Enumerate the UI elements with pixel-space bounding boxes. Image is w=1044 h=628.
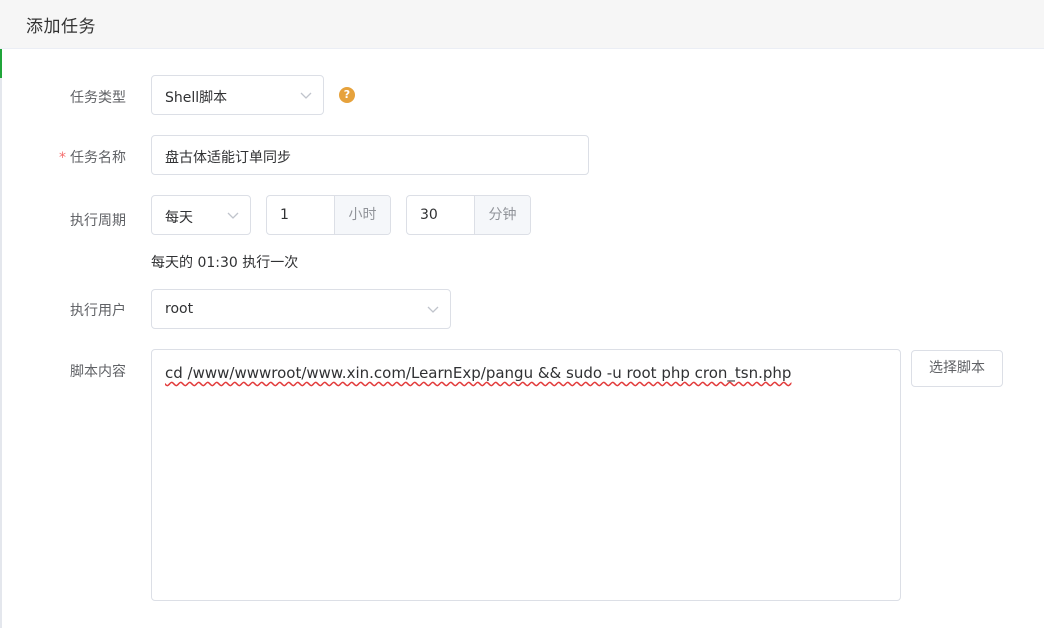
add-task-dialog: 添加任务 任务类型 Shell脚本 ? * 任务名称 盘古体适能订单同步 执行周期…: [0, 0, 1044, 628]
hour-unit: 小时: [334, 196, 390, 234]
task-type-select[interactable]: Shell脚本: [151, 75, 324, 115]
required-mark: *: [59, 150, 66, 166]
question-circle-icon[interactable]: ?: [339, 87, 355, 103]
user-label: 执行用户: [70, 303, 126, 319]
task-type-label: 任务类型: [70, 90, 126, 106]
hour-value: 1: [280, 207, 289, 223]
minute-input-group: 30 分钟: [406, 195, 531, 235]
cycle-hint: 每天的 01:30 执行一次: [151, 255, 299, 271]
chevron-down-icon: [299, 88, 313, 102]
user-select[interactable]: root: [151, 289, 451, 329]
script-textarea[interactable]: cd /www/wwwroot/www.xin.com/LearnExp/pan…: [151, 349, 901, 601]
task-type-value: Shell脚本: [165, 90, 228, 106]
task-name-label-text: 任务名称: [70, 150, 126, 166]
hour-input-group: 1 小时: [266, 195, 391, 235]
minute-unit: 分钟: [474, 196, 530, 234]
task-name-label: * 任务名称: [0, 147, 126, 167]
period-select[interactable]: 每天: [151, 195, 251, 235]
script-label: 脚本内容: [70, 364, 126, 380]
minute-input[interactable]: 30: [407, 196, 474, 234]
chevron-down-icon: [226, 208, 240, 222]
user-value: root: [165, 301, 194, 317]
script-content: cd /www/wwwroot/www.xin.com/LearnExp/pan…: [165, 364, 792, 382]
minute-value: 30: [420, 207, 438, 223]
dialog-title: 添加任务: [26, 17, 96, 37]
dialog-header: 添加任务: [0, 0, 1044, 49]
task-name-value: 盘古体适能订单同步: [165, 150, 291, 166]
chevron-down-icon: [426, 302, 440, 316]
select-script-button[interactable]: 选择脚本: [911, 350, 1003, 387]
period-value: 每天: [165, 210, 193, 226]
task-name-input[interactable]: 盘古体适能订单同步: [151, 135, 589, 175]
cycle-label: 执行周期: [70, 213, 126, 229]
hour-input[interactable]: 1: [267, 196, 334, 234]
